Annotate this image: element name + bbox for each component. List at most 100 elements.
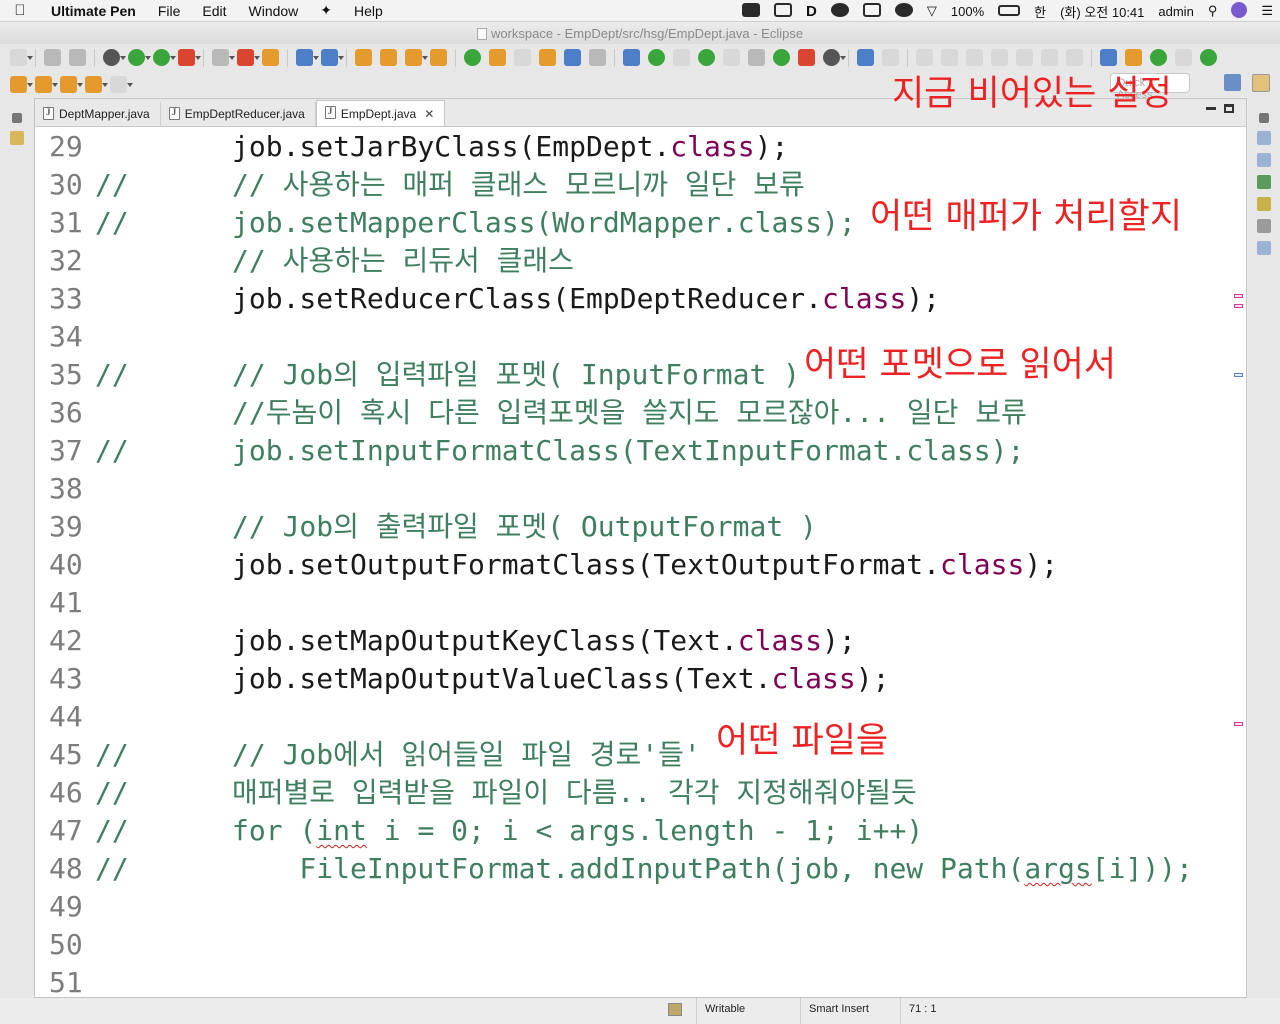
minimize-icon[interactable]	[1206, 107, 1216, 110]
input-source[interactable]: 한	[1027, 2, 1053, 21]
back-icon[interactable]	[85, 75, 108, 93]
step-return-icon[interactable]	[1066, 49, 1083, 66]
terminate-icon[interactable]	[212, 49, 235, 66]
javadoc-icon[interactable]	[723, 49, 740, 66]
restore-icon[interactable]	[12, 113, 22, 123]
menu-window[interactable]: Window	[238, 3, 310, 19]
spotlight-search-icon[interactable]: ⚲	[1201, 3, 1225, 19]
overview-ruler-marker[interactable]	[1234, 373, 1243, 377]
code-line[interactable]: 39 // Job의 출력파일 포멧( OutputFormat )	[35, 508, 1225, 546]
code-line[interactable]: 43 job.setMapOutputValueClass(Text.class)…	[35, 660, 1225, 698]
task-list-icon[interactable]	[1257, 131, 1271, 145]
javadoc-view-icon[interactable]	[1257, 219, 1271, 233]
code-line[interactable]: 50	[35, 926, 1225, 964]
code-line[interactable]: 41	[35, 584, 1225, 622]
open-type-icon[interactable]	[355, 49, 372, 66]
code-line[interactable]: 37 // job.setInputFormatClass(TextInputFor…	[35, 432, 1225, 470]
step-into-icon[interactable]	[1016, 49, 1033, 66]
code-line[interactable]: 42 job.setMapOutputKeyClass(Text.class);	[35, 622, 1225, 660]
code-line[interactable]: 51	[35, 964, 1225, 998]
step-over-icon[interactable]	[1041, 49, 1058, 66]
build-icon[interactable]	[262, 49, 279, 66]
globe-icon[interactable]	[623, 49, 640, 66]
code-line[interactable]: 33 job.setReducerClass(EmpDeptReducer.cla…	[35, 280, 1225, 318]
account-icon[interactable]	[823, 49, 846, 66]
use-step-filters-icon[interactable]	[1125, 49, 1142, 66]
problems-icon[interactable]	[1257, 197, 1271, 211]
siri-icon[interactable]	[1224, 1, 1254, 21]
restore-icon[interactable]	[1259, 113, 1269, 123]
battery-icon[interactable]	[991, 4, 1027, 19]
tools-icon[interactable]	[673, 49, 690, 66]
synchronize-icon[interactable]	[1200, 49, 1217, 66]
debug-icon[interactable]	[103, 49, 126, 66]
tab-empdept[interactable]: EmpDept.java ✕	[315, 100, 446, 126]
grid-icon[interactable]	[698, 49, 715, 66]
debug-tools-icon[interactable]	[882, 49, 899, 66]
search-icon[interactable]	[405, 49, 428, 66]
user-menu[interactable]: admin	[1151, 4, 1200, 19]
refresh-icon[interactable]	[648, 49, 665, 66]
open-perspective-icon[interactable]	[1224, 74, 1241, 91]
monitor-icon[interactable]	[857, 49, 874, 66]
external-tools-icon[interactable]	[178, 49, 201, 66]
code-line[interactable]: 29 job.setJarByClass(EmpDept.class);	[35, 128, 1225, 166]
resume-icon[interactable]	[916, 49, 933, 66]
chat-icon[interactable]	[888, 2, 920, 20]
package-icon[interactable]	[773, 49, 790, 66]
script-menu-icon[interactable]: ✦	[309, 2, 343, 19]
clock[interactable]: (화) 오전 10:41	[1053, 2, 1151, 21]
extension-icon[interactable]	[735, 2, 767, 20]
code-line[interactable]: 38	[35, 470, 1225, 508]
command-icon[interactable]	[767, 2, 799, 20]
list-icon[interactable]	[748, 49, 765, 66]
tab-empdeptreducer[interactable]: EmpDeptReducer.java	[161, 102, 316, 126]
toggle-block-selection-icon[interactable]	[514, 49, 531, 66]
new-java-project-icon[interactable]	[296, 49, 319, 66]
show-whitespace-icon[interactable]	[539, 49, 556, 66]
overview-ruler-marker[interactable]	[1234, 722, 1243, 726]
code-area[interactable]: 29 job.setJarByClass(EmpDept.class); 30///…	[35, 128, 1246, 998]
word-wrap-icon[interactable]	[564, 49, 581, 66]
run-icon[interactable]	[128, 49, 151, 66]
overview-ruler-marker[interactable]	[1234, 304, 1243, 308]
save-icon[interactable]	[44, 49, 61, 66]
overview-ruler-marker[interactable]	[1234, 294, 1243, 298]
battery-percent[interactable]: 100%	[944, 4, 991, 19]
toggle-breadcrumb-icon[interactable]	[464, 49, 481, 66]
maximize-icon[interactable]	[1224, 104, 1234, 113]
open-task-icon[interactable]	[380, 49, 397, 66]
menu-file[interactable]: File	[147, 3, 192, 19]
app-menu[interactable]: Ultimate Pen	[40, 3, 147, 19]
wifi-icon[interactable]: ▽	[920, 3, 944, 19]
palette-icon[interactable]	[798, 49, 815, 66]
structure-icon[interactable]	[1257, 175, 1271, 189]
window-icon[interactable]	[856, 2, 888, 20]
code-line[interactable]: 36 //두놈이 혹시 다른 입력포멧을 쓸지도 모르잖아... 일단 보류	[35, 394, 1225, 432]
disconnect-icon[interactable]	[991, 49, 1008, 66]
previous-annotation-icon[interactable]	[35, 75, 58, 93]
notification-center-icon[interactable]: ☰	[1254, 3, 1280, 19]
power-icon[interactable]	[1150, 49, 1167, 66]
suspend-icon[interactable]	[941, 49, 958, 66]
forward-icon[interactable]	[110, 75, 133, 93]
cloud-icon[interactable]	[824, 2, 856, 20]
next-annotation-icon[interactable]	[10, 75, 33, 93]
open-resource-icon[interactable]	[430, 49, 447, 66]
code-line[interactable]: 44	[35, 698, 1225, 736]
package-explorer-icon[interactable]	[10, 131, 24, 145]
skip-breakpoints-icon[interactable]	[1100, 49, 1117, 66]
new-class-icon[interactable]	[321, 49, 344, 66]
dict-icon[interactable]: D	[799, 3, 824, 20]
tab-deptmapper[interactable]: DeptMapper.java	[35, 102, 161, 126]
code-line[interactable]: 32 // 사용하는 리듀서 클래스	[35, 242, 1225, 280]
launch-icon[interactable]	[237, 49, 260, 66]
coverage-icon[interactable]	[153, 49, 176, 66]
console-icon[interactable]	[1257, 241, 1271, 255]
last-edit-location-icon[interactable]	[60, 75, 83, 93]
java-perspective-icon[interactable]	[1252, 74, 1270, 92]
outline-icon[interactable]	[1257, 153, 1271, 167]
code-line[interactable]: 46 // 매퍼별로 입력받을 파일이 다름.. 각각 지정해줘야될듯	[35, 774, 1225, 812]
apple-menu-icon[interactable]: 	[0, 2, 40, 19]
save-all-icon[interactable]	[69, 49, 86, 66]
